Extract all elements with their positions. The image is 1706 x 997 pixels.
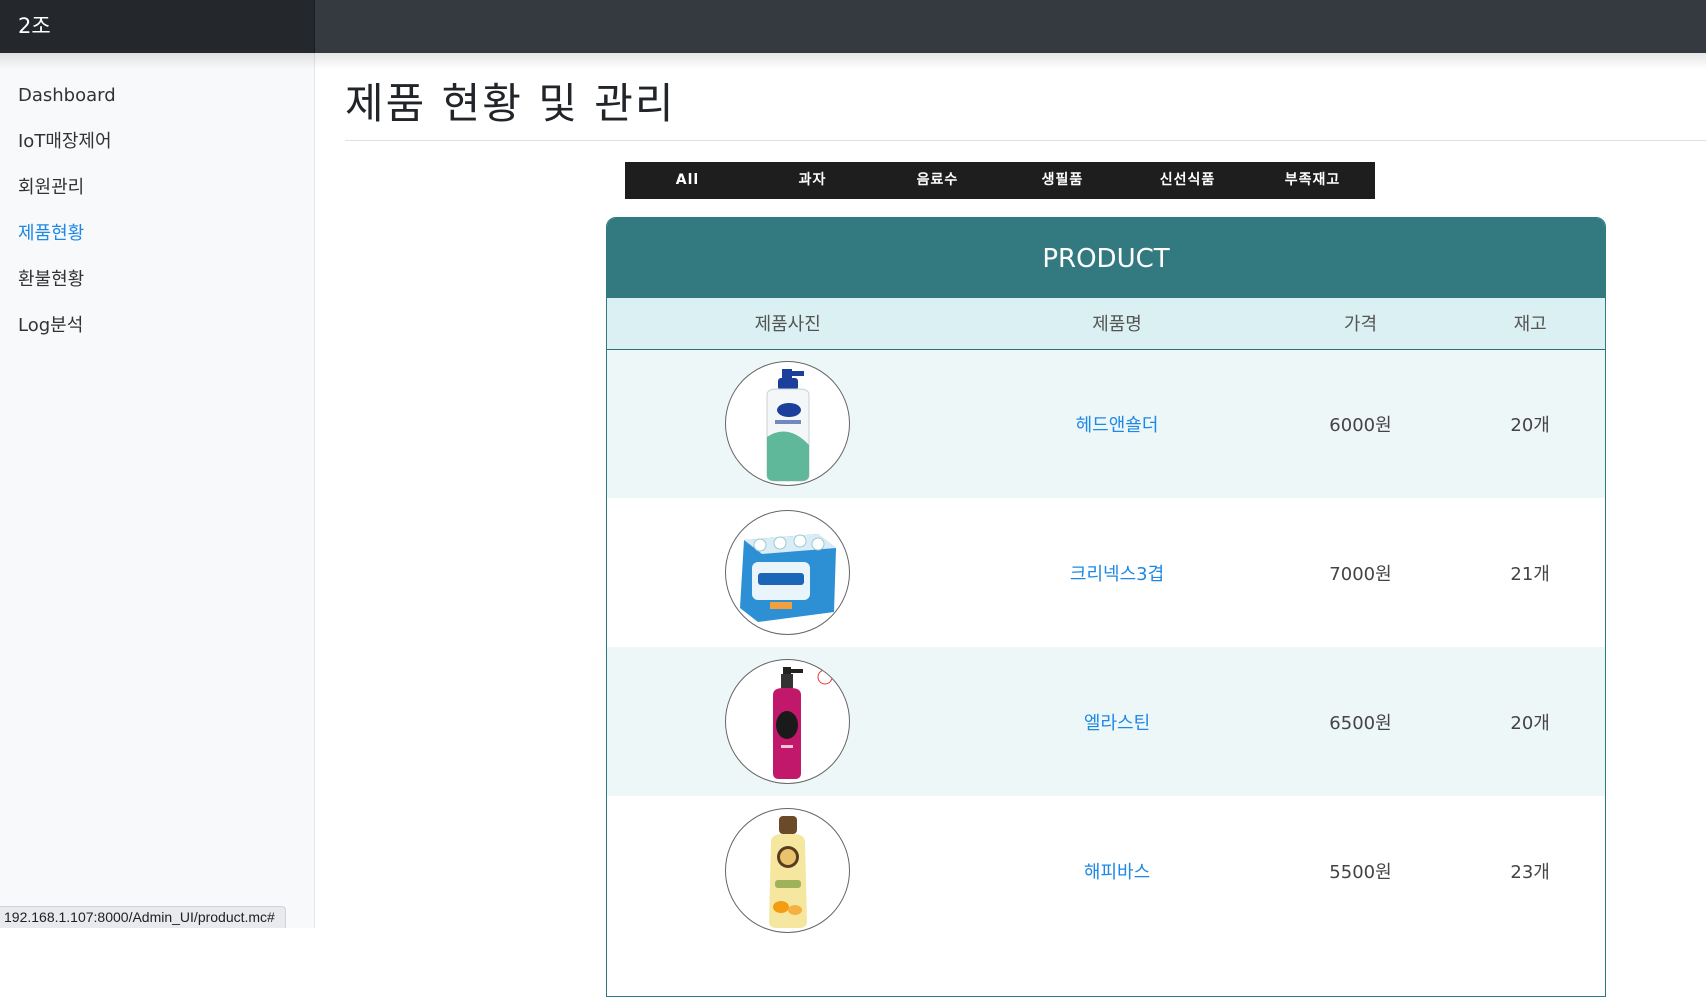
tab-fresh-food[interactable]: 신선식품 bbox=[1125, 162, 1250, 199]
product-name[interactable]: 헤드앤숄더 bbox=[968, 349, 1265, 498]
status-bar-url: 192.168.1.107:8000/Admin_UI/product.mc# bbox=[0, 906, 286, 928]
tab-all[interactable]: All bbox=[625, 162, 750, 199]
title-divider bbox=[345, 140, 1706, 141]
sidebar-item-member-management[interactable]: 회원관리 bbox=[0, 174, 314, 220]
table-row: 헤드앤숄더 6000원 20개 bbox=[607, 349, 1605, 498]
sidebar: Dashboard IoT매장제어 회원관리 제품현황 환불현황 Log분석 bbox=[0, 53, 315, 928]
product-name[interactable]: 엘라스틴 bbox=[968, 647, 1265, 796]
column-header-photo: 제품사진 bbox=[754, 314, 821, 336]
product-table: 제품사진 제품명 가격 재고 헤드앤숄더 6000원 20개 크리넥스3겹 70… bbox=[607, 298, 1605, 945]
tab-snacks[interactable]: 과자 bbox=[750, 162, 875, 199]
sidebar-item-dashboard[interactable]: Dashboard bbox=[0, 82, 314, 128]
page-title: 제품 현황 및 관리 bbox=[345, 79, 676, 128]
product-name[interactable]: 크리넥스3겹 bbox=[968, 498, 1265, 647]
product-price: 7000원 bbox=[1329, 563, 1392, 585]
column-header-stock: 재고 bbox=[1513, 314, 1547, 336]
tab-beverages[interactable]: 음료수 bbox=[875, 162, 1000, 199]
product-stock: 20개 bbox=[1510, 712, 1550, 734]
main-content: 제품 현황 및 관리 All 과자 음료수 생필품 신선식품 부족재고 PROD… bbox=[345, 53, 1706, 997]
pink-pump-bottle-icon bbox=[725, 659, 851, 784]
table-row: 해피바스 5500원 23개 bbox=[607, 796, 1605, 945]
tissue-pack-icon bbox=[725, 510, 851, 635]
column-header-name: 제품명 bbox=[1092, 314, 1142, 336]
product-stock: 23개 bbox=[1510, 861, 1550, 883]
product-price: 5500원 bbox=[1329, 861, 1392, 883]
product-price: 6000원 bbox=[1329, 414, 1392, 436]
product-card: PRODUCT 제품사진 제품명 가격 재고 헤드앤숄더 6000원 20개 크… bbox=[606, 217, 1606, 997]
tab-low-stock[interactable]: 부족재고 bbox=[1250, 162, 1375, 199]
yellow-body-wash-icon bbox=[725, 808, 851, 933]
product-card-title: PRODUCT bbox=[607, 218, 1605, 298]
table-header-row: 제품사진 제품명 가격 재고 bbox=[607, 298, 1605, 349]
shampoo-bottle-icon bbox=[725, 361, 851, 487]
brand-logo[interactable]: 2조 bbox=[0, 0, 315, 53]
product-stock: 21개 bbox=[1510, 563, 1550, 585]
sidebar-item-iot-store-control[interactable]: IoT매장제어 bbox=[0, 128, 314, 174]
product-stock: 20개 bbox=[1510, 414, 1550, 436]
sidebar-item-log-analysis[interactable]: Log분석 bbox=[0, 312, 314, 358]
category-tabs: All 과자 음료수 생필품 신선식품 부족재고 bbox=[625, 162, 1375, 199]
product-name[interactable]: 해피바스 bbox=[968, 796, 1265, 945]
tab-daily-necessities[interactable]: 생필품 bbox=[1000, 162, 1125, 199]
sidebar-item-product-status[interactable]: 제품현황 bbox=[0, 220, 314, 266]
table-row: 엘라스틴 6500원 20개 bbox=[607, 647, 1605, 796]
product-price: 6500원 bbox=[1329, 712, 1392, 734]
sidebar-item-refund-status[interactable]: 환불현황 bbox=[0, 266, 314, 312]
column-header-price: 가격 bbox=[1343, 314, 1378, 336]
table-row: 크리넥스3겹 7000원 21개 bbox=[607, 498, 1605, 647]
